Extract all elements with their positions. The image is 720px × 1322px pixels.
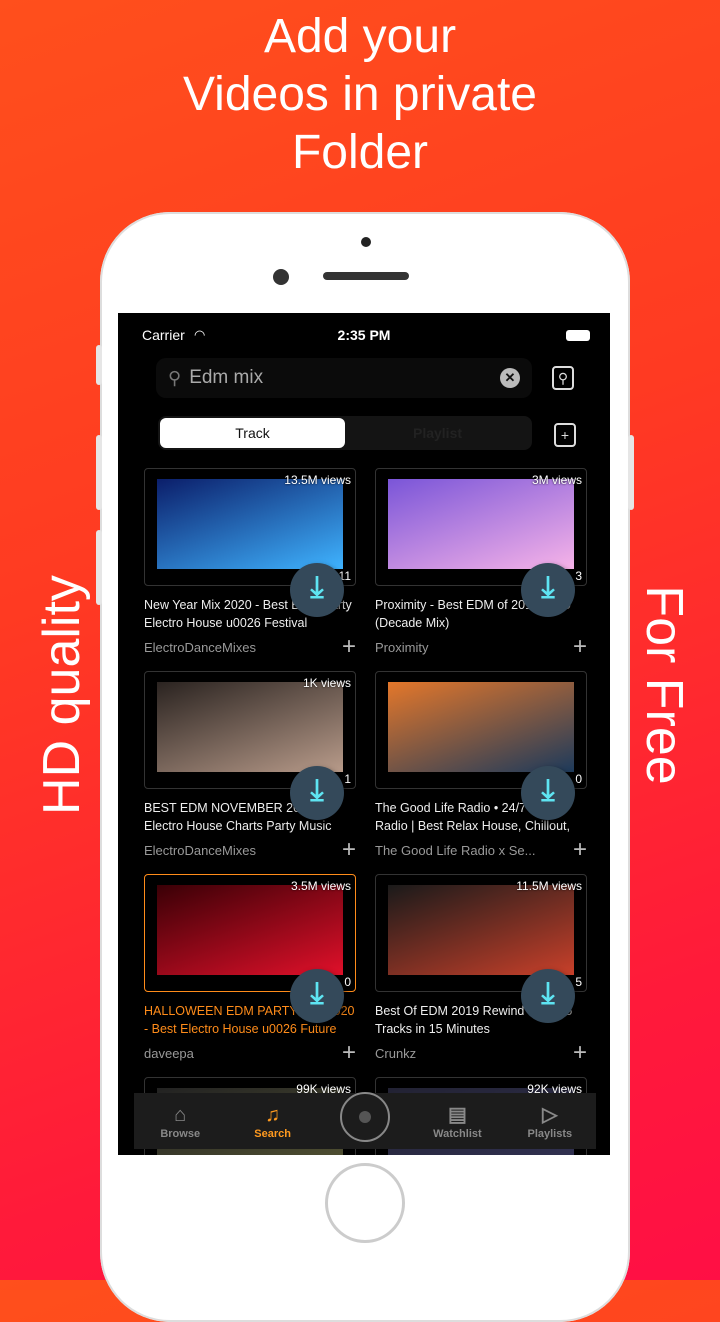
front-camera-icon (273, 269, 289, 285)
video-card[interactable]: 3M views 3 ⤓ Proximity - Best EDM of 201… (375, 468, 587, 659)
view-count: 13.5M views (284, 473, 351, 487)
headline-line: Add your (263, 10, 457, 63)
thumbnail-image (157, 682, 343, 772)
duration: 3 (575, 569, 582, 583)
add-to-playlist-icon[interactable]: + (573, 838, 587, 862)
add-to-playlist-icon[interactable]: + (342, 635, 356, 659)
promo-left-text: HD quality (33, 575, 91, 815)
view-count: 11.5M views (516, 879, 582, 893)
video-card[interactable]: 13.5M views 11 ⤓ New Year Mix 2020 - Bes… (144, 468, 356, 659)
duration: 1 (344, 772, 351, 786)
video-card[interactable]: 3.5M views 0 ⤓ HALLOWEEN EDM PARTY MIX 2… (144, 874, 356, 1065)
phone-volume-up (96, 435, 102, 510)
segment-track[interactable]: Track (160, 418, 345, 448)
now-playing-button[interactable] (319, 1092, 411, 1146)
phone-mute-switch (96, 345, 102, 385)
phone-power-button (628, 435, 634, 510)
channel-name: The Good Life Radio x Se... (375, 843, 536, 858)
channel-name: Proximity (375, 640, 429, 655)
download-icon[interactable]: ⤓ (521, 766, 575, 820)
channel-name: Crunkz (375, 1046, 417, 1061)
tab-search[interactable]: ♫ Search (226, 1102, 318, 1140)
app-screen: Carrier ◠ 2:35 PM ⚲ Edm mix ✕ ⚲ Track Pl… (118, 313, 610, 1155)
add-folder-icon[interactable]: + (554, 423, 576, 447)
download-icon[interactable]: ⤓ (290, 969, 344, 1023)
thumbnail-image (388, 682, 574, 772)
tab-label: Browse (160, 1128, 201, 1140)
duration: 0 (344, 975, 351, 989)
download-icon[interactable]: ⤓ (521, 969, 575, 1023)
add-to-playlist-icon[interactable]: + (342, 838, 356, 862)
download-icon[interactable]: ⤓ (521, 563, 575, 617)
home-button[interactable] (325, 1163, 405, 1243)
thumbnail-image (388, 885, 574, 975)
home-icon: ⌂ (174, 1104, 187, 1126)
add-to-playlist-icon[interactable]: + (573, 635, 587, 659)
search-icon: ⚲ (168, 367, 182, 388)
search-history-icon[interactable]: ⚲ (552, 366, 574, 390)
promo-right-text: For Free (635, 585, 693, 785)
phone-volume-down (96, 530, 102, 605)
tab-watchlist[interactable]: ▤ Watchlist (411, 1102, 503, 1140)
thumbnail-image (157, 885, 343, 975)
clear-search-button[interactable]: ✕ (500, 368, 520, 388)
thumbnail-image (157, 479, 343, 569)
track-playlist-segmented-control: Track Playlist (158, 416, 532, 450)
video-card[interactable]: 0 ⤓ The Good Life Radio • 24/7 Live Radi… (375, 671, 587, 862)
channel-name: daveepa (144, 1046, 194, 1061)
tab-label: Watchlist (433, 1128, 482, 1140)
speaker-grille (323, 272, 409, 280)
tab-label: Search (254, 1128, 291, 1140)
headline-line: Folder (291, 126, 429, 179)
search-music-icon: ♫ (265, 1104, 281, 1126)
clipboard-icon: ▤ (447, 1104, 467, 1126)
add-to-playlist-icon[interactable]: + (342, 1041, 356, 1065)
tab-bar: ⌂ Browse ♫ Search ▤ Watchlist ▷ Playlists (134, 1092, 596, 1149)
add-to-playlist-icon[interactable]: + (573, 1041, 587, 1065)
view-count: 3.5M views (290, 879, 351, 893)
duration: 5 (575, 975, 582, 989)
battery-icon (566, 330, 590, 341)
download-icon[interactable]: ⤓ (290, 563, 344, 617)
tab-playlists[interactable]: ▷ Playlists (504, 1102, 596, 1140)
download-icon[interactable]: ⤓ (290, 766, 344, 820)
promo-headline: Add your Videos in private Folder (0, 8, 720, 182)
channel-name: ElectroDanceMixes (144, 843, 256, 858)
video-card[interactable]: 11.5M views 5 ⤓ Best Of EDM 2019 Rewind … (375, 874, 587, 1065)
view-count: 1K views (302, 676, 351, 690)
search-input[interactable]: ⚲ Edm mix ✕ (156, 358, 532, 398)
channel-name: ElectroDanceMixes (144, 640, 256, 655)
segment-playlist[interactable]: Playlist (345, 418, 530, 448)
video-card[interactable]: 1K views 1 ⤓ BEST EDM NOVEMBER 2020 🔷 El… (144, 671, 356, 862)
camera-icon (361, 237, 371, 247)
tab-label: Playlists (527, 1128, 573, 1140)
now-playing-disc-icon (340, 1092, 391, 1142)
tab-browse[interactable]: ⌂ Browse (134, 1102, 226, 1140)
thumbnail-image (388, 479, 574, 569)
playlist-icon: ▷ (542, 1104, 558, 1126)
view-count: 3M views (531, 473, 582, 487)
search-value: Edm mix (189, 367, 264, 388)
duration: 0 (575, 772, 582, 786)
status-time: 2:35 PM (337, 327, 391, 343)
headline-line: Videos in private (183, 68, 537, 121)
